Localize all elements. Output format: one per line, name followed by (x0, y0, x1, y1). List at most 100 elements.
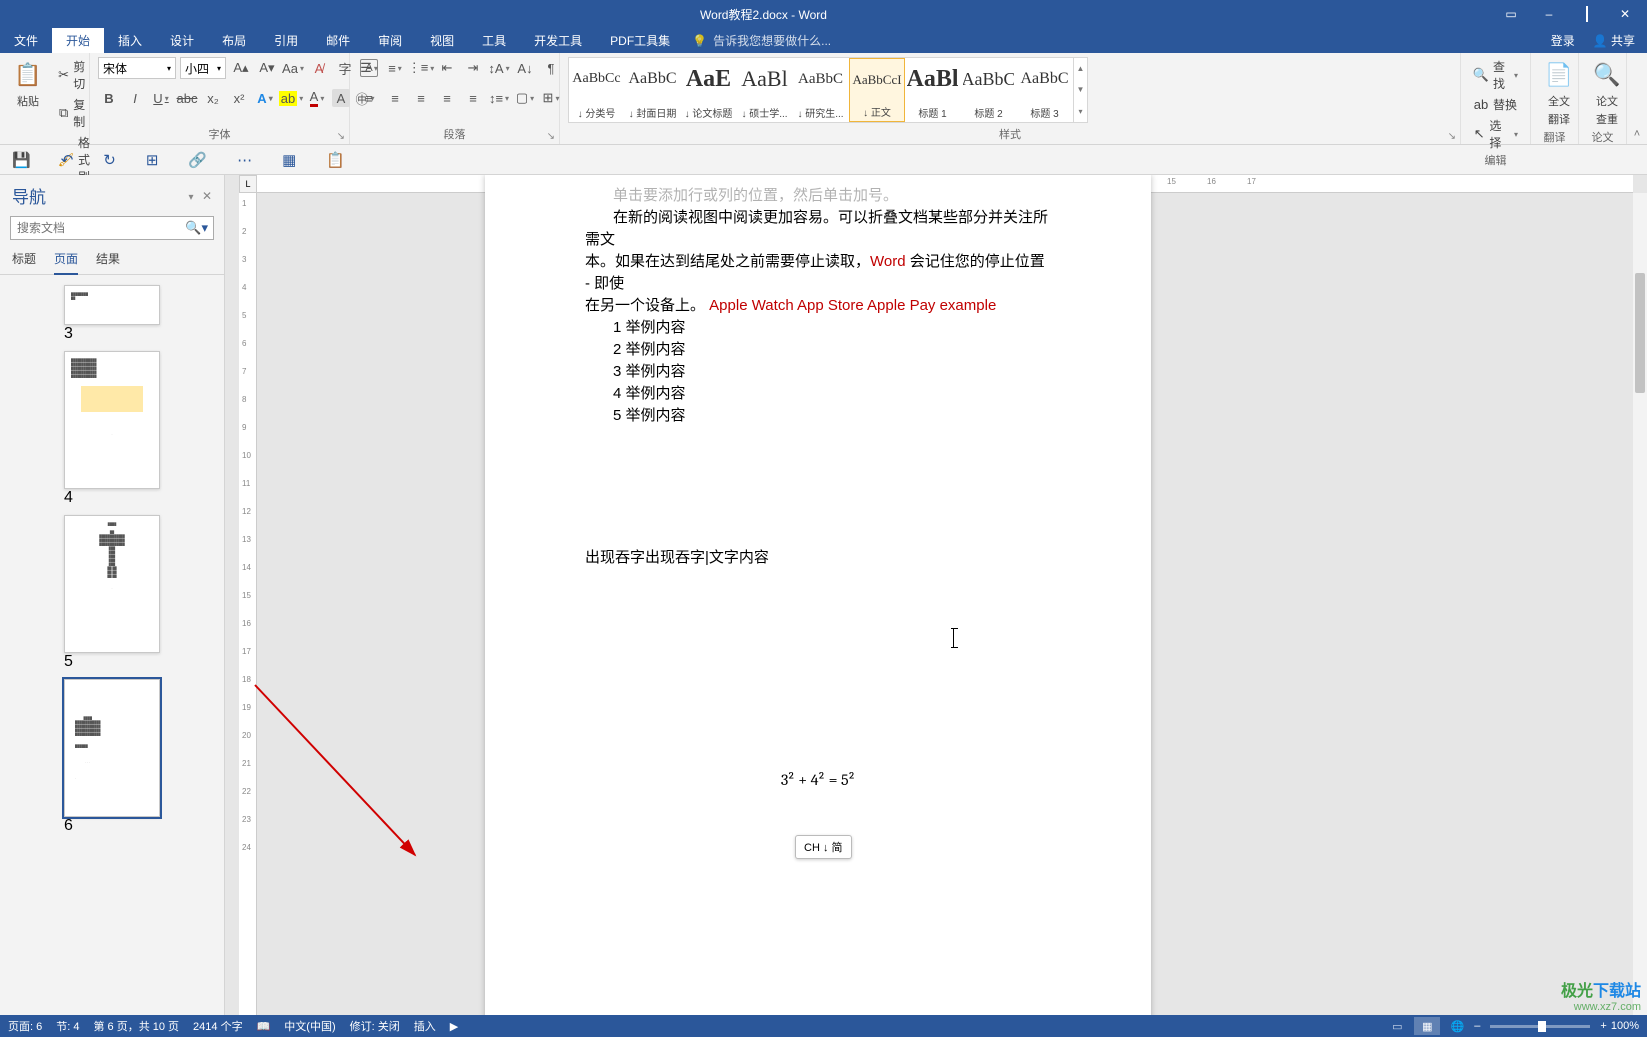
tab-insert[interactable]: 插入 (104, 28, 156, 53)
qat-table[interactable]: ⊞ (146, 151, 159, 169)
styles-more[interactable]: ▾ (1074, 101, 1087, 122)
share-button[interactable]: 👤 共享 (1593, 32, 1635, 49)
tab-home[interactable]: 开始 (52, 28, 104, 53)
sort-button[interactable]: A↓ (514, 57, 536, 79)
login-button[interactable]: 登录 (1551, 32, 1575, 49)
qat-redo[interactable]: ↻ (103, 151, 116, 169)
copy-button[interactable]: ⧉复制 (54, 95, 94, 131)
zoom-out-button[interactable]: – (1474, 1020, 1480, 1032)
borders-button[interactable]: ⊞ (540, 87, 562, 109)
shading-button[interactable]: ▢ (514, 87, 536, 109)
status-insert-mode[interactable]: 插入 (414, 1018, 436, 1034)
styles-down[interactable]: ▼ (1074, 79, 1087, 100)
justify-button[interactable]: ≡ (436, 87, 458, 109)
replace-button[interactable]: ab替换 (1469, 95, 1522, 114)
tab-review[interactable]: 审阅 (364, 28, 416, 53)
line-spacing-button[interactable]: ↕≡ (488, 87, 510, 109)
font-name-select[interactable]: 宋体▾ (98, 57, 176, 79)
nav-tab-pages[interactable]: 页面 (54, 250, 78, 275)
vertical-ruler[interactable]: 123456789101112131415161718192021222324 (239, 193, 257, 1015)
paragraph-launcher[interactable]: ↘ (547, 131, 555, 142)
strike-button[interactable]: abc (176, 87, 198, 109)
status-page[interactable]: 页面: 6 (8, 1018, 42, 1034)
view-web-layout[interactable]: 🌐 (1444, 1017, 1470, 1035)
close-button[interactable]: ✕ (1613, 7, 1637, 21)
style-item-thesis-title[interactable]: AaE↓ 论文标题 (681, 58, 737, 122)
numbering-button[interactable]: ≡ (384, 57, 406, 79)
align-left-button[interactable]: ≡ (358, 87, 380, 109)
thumb-page-4[interactable]: ████████████████████████████████████████… (64, 351, 160, 507)
qat-more[interactable]: ⋯ (237, 151, 252, 169)
status-section[interactable]: 节: 4 (56, 1018, 79, 1034)
nav-tab-results[interactable]: 结果 (96, 250, 120, 274)
status-macro[interactable]: ▶ (450, 1020, 458, 1033)
tab-file[interactable]: 文件 (0, 28, 52, 53)
bold-button[interactable]: B (98, 87, 120, 109)
select-button[interactable]: ↖选择 (1469, 116, 1522, 152)
qat-new[interactable]: ▦ (282, 151, 296, 169)
font-color-button[interactable]: A (306, 87, 328, 109)
collapse-ribbon-button[interactable]: ˄ (1634, 128, 1640, 140)
italic-button[interactable]: I (124, 87, 146, 109)
align-center-button[interactable]: ≡ (384, 87, 406, 109)
show-marks-button[interactable]: ¶ (540, 57, 562, 79)
distributed-button[interactable]: ≡ (462, 87, 484, 109)
change-case-button[interactable]: Aa (282, 57, 304, 79)
thumb-page-6[interactable]: ████████████████████████████████████████… (64, 679, 160, 835)
qat-undo[interactable]: ↶ (61, 151, 74, 169)
thumb-page-5[interactable]: ████████████████████████████████████████… (64, 515, 160, 671)
status-word-count[interactable]: 2414 个字 (193, 1018, 243, 1034)
status-track-changes[interactable]: 修订: 关闭 (350, 1018, 400, 1034)
underline-button[interactable]: U (150, 87, 172, 109)
tab-pdf-tools[interactable]: PDF工具集 (596, 28, 684, 53)
subscript-button[interactable]: x₂ (202, 87, 224, 109)
maximize-button[interactable] (1575, 7, 1599, 21)
qat-save[interactable]: 💾 (12, 151, 31, 169)
view-read-mode[interactable]: ▭ (1384, 1017, 1410, 1035)
zoom-slider[interactable] (1490, 1025, 1590, 1028)
tab-design[interactable]: 设计 (156, 28, 208, 53)
clear-format-button[interactable]: A̸ (308, 57, 330, 79)
style-item-normal[interactable]: AaBbCcI↓ 正文 (849, 58, 905, 122)
style-item-master[interactable]: AaBl↓ 硕士学... (737, 58, 793, 122)
font-launcher[interactable]: ↘ (337, 131, 345, 142)
zoom-in-button[interactable]: + (1600, 1020, 1606, 1032)
tab-mailings[interactable]: 邮件 (312, 28, 364, 53)
increase-indent-button[interactable]: ⇥ (462, 57, 484, 79)
nav-close[interactable]: ✕ (202, 189, 212, 203)
grow-font-button[interactable]: A▴ (230, 57, 252, 79)
style-item-heading3[interactable]: AaBbC标题 3 (1017, 58, 1073, 122)
text-effects-button[interactable]: A (254, 87, 276, 109)
text-direction-button[interactable]: ↕A (488, 57, 510, 79)
status-language[interactable]: 中文(中国) (284, 1018, 335, 1034)
multilevel-button[interactable]: ⋮≡ (410, 57, 432, 79)
ime-badge[interactable]: CH ↓ 简 (795, 835, 852, 859)
paste-button[interactable]: 📋 粘贴 (8, 57, 48, 111)
highlight-button[interactable]: ab (280, 87, 302, 109)
styles-launcher[interactable]: ↘ (1448, 131, 1456, 142)
search-input[interactable] (10, 216, 214, 240)
style-item-graduate[interactable]: AaBbC↓ 研究生... (793, 58, 849, 122)
font-size-select[interactable]: 小四▾ (180, 57, 226, 79)
vertical-scrollbar[interactable] (1633, 193, 1647, 1015)
tab-layout[interactable]: 布局 (208, 28, 260, 53)
cut-button[interactable]: ✂剪切 (54, 57, 94, 93)
nav-dropdown[interactable]: ▾ (188, 192, 193, 203)
tab-references[interactable]: 引用 (260, 28, 312, 53)
decrease-indent-button[interactable]: ⇤ (436, 57, 458, 79)
tab-tools[interactable]: 工具 (468, 28, 520, 53)
status-page-count[interactable]: 第 6 页，共 10 页 (93, 1018, 179, 1034)
style-item-category[interactable]: AaBbCc↓ 分类号 (569, 58, 625, 122)
nav-tab-headings[interactable]: 标题 (12, 250, 36, 274)
minimize-button[interactable]: – (1537, 7, 1561, 21)
zoom-level[interactable]: 100% (1611, 1020, 1639, 1032)
qat-paste[interactable]: 📋 (326, 151, 345, 169)
scrollbar-thumb[interactable] (1635, 273, 1645, 393)
bullets-button[interactable]: ☰ (358, 57, 380, 79)
document-page[interactable]: 单击要添加行或列的位置，然后单击加号。 在新的阅读视图中阅读更加容易。可以折叠文… (485, 175, 1151, 1015)
tell-me[interactable]: 💡 告诉我您想要做什么... (692, 28, 831, 53)
search-icon[interactable]: 🔍▾ (185, 220, 208, 236)
style-item-cover-date[interactable]: AaBbC↓ 封面日期 (625, 58, 681, 122)
qat-link[interactable]: 🔗 (188, 151, 207, 169)
view-print-layout[interactable]: ▦ (1414, 1017, 1440, 1035)
